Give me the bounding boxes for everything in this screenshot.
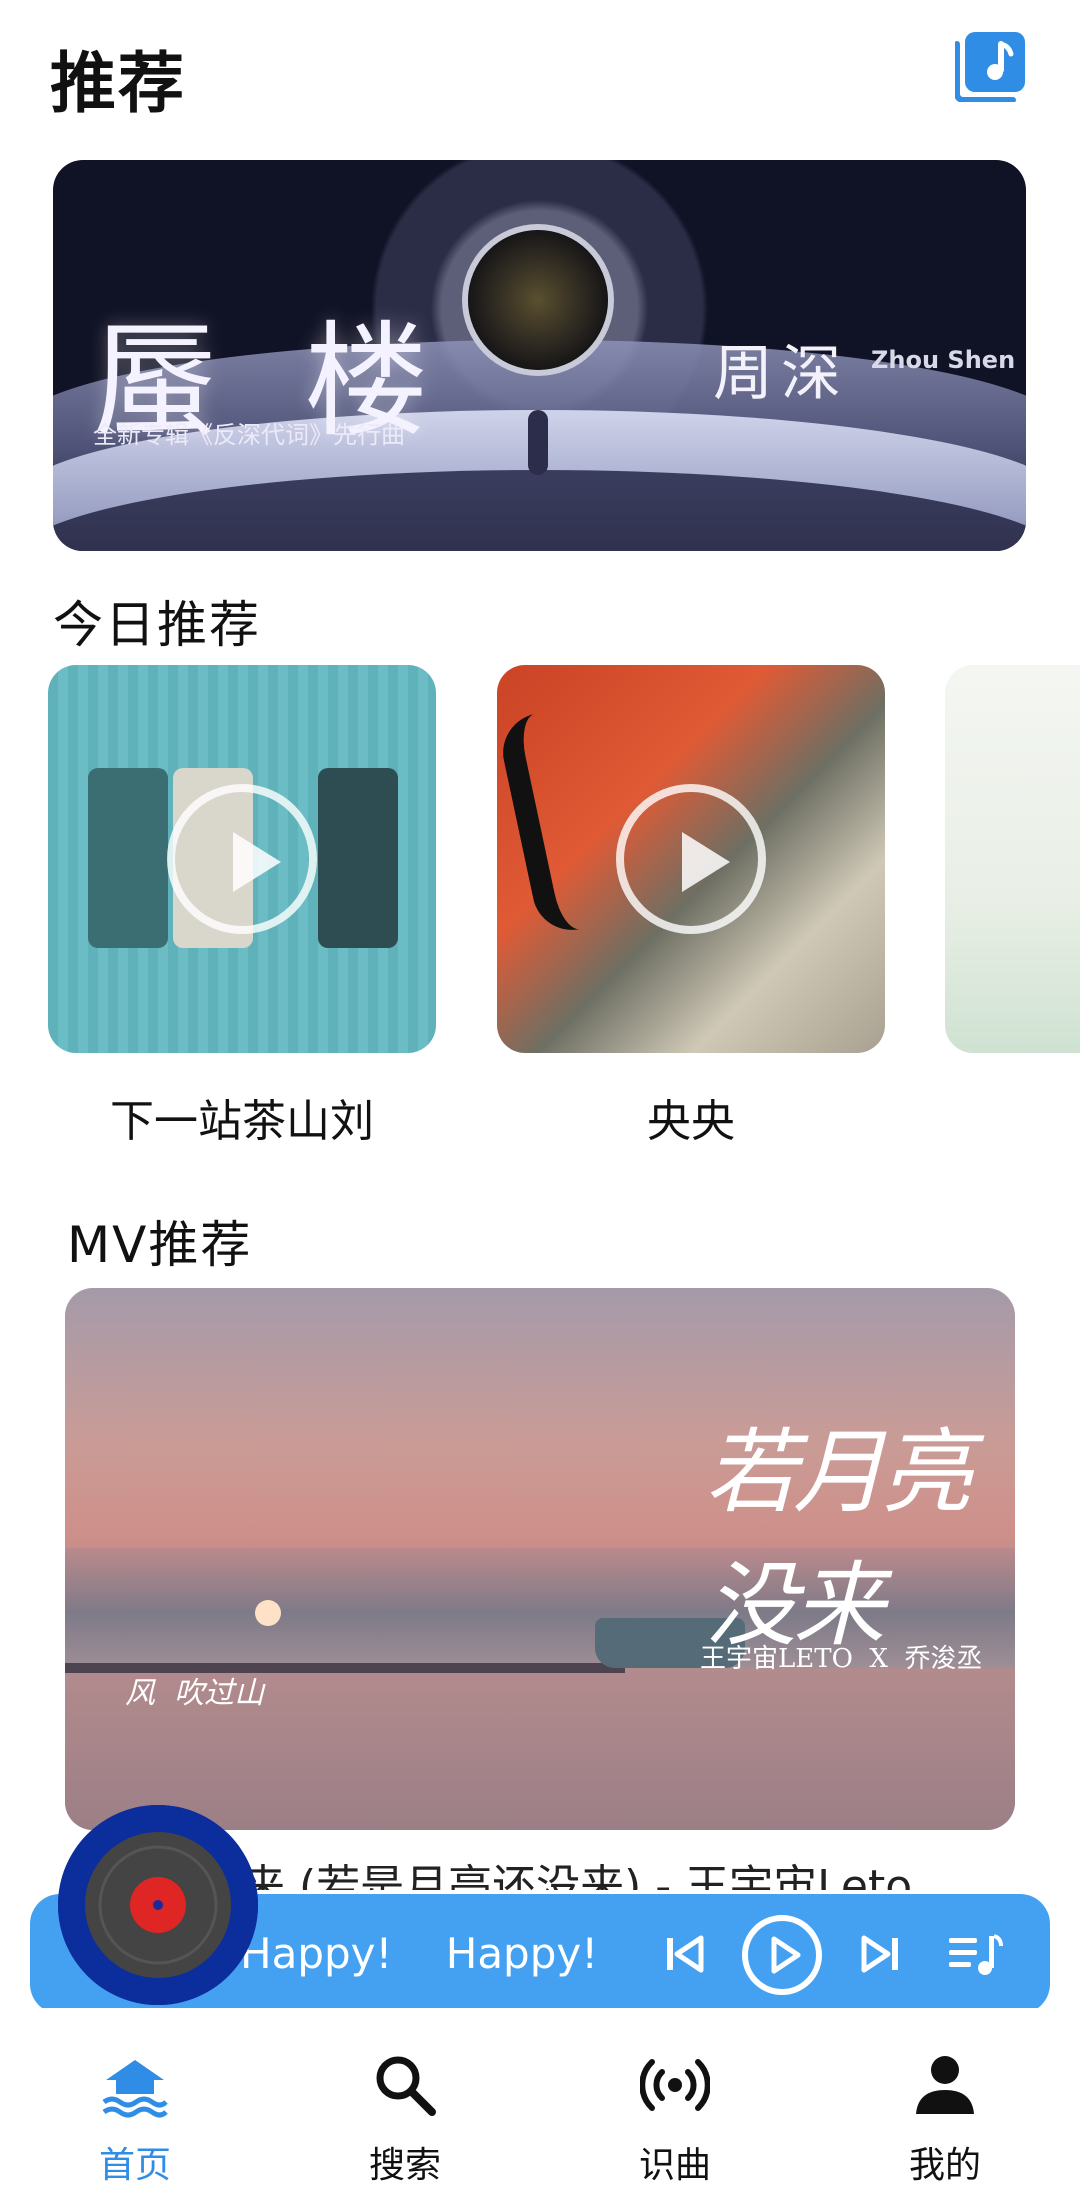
section-title-mv: MV推荐: [67, 1216, 253, 1274]
album-title[interactable]: 下一站茶山刘: [48, 1085, 436, 1149]
nav-label-home: 首页: [98, 2145, 171, 2186]
playlist-icon[interactable]: [945, 1924, 1005, 1984]
now-playing-title[interactable]: Happy! Happy!: [240, 1894, 640, 2014]
banner-subtitle: 全新专辑《反深代词》先行曲: [93, 421, 405, 449]
search-icon: [370, 2050, 440, 2120]
banner-artist: 周深: [713, 339, 849, 409]
nav-item-home[interactable]: 首页: [0, 2008, 270, 2204]
nav-label-profile: 我的: [908, 2145, 981, 2186]
figure-graphic: [528, 410, 548, 475]
mv-thumbnail[interactable]: 若月亮没来 王宇宙LETO X 乔浚丞 风 吹过山: [65, 1288, 1015, 1830]
section-title-today: 今日推荐: [53, 596, 261, 654]
broadcast-icon: [639, 2050, 711, 2120]
album-title[interactable]: 央央: [497, 1085, 885, 1149]
mv-overlay-title: 若月亮没来: [705, 1419, 973, 1659]
next-icon[interactable]: [850, 1924, 910, 1984]
nav-item-profile[interactable]: 我的: [810, 2008, 1080, 2204]
user-icon: [910, 2050, 980, 2120]
featured-banner[interactable]: 蜃 楼 周深 Zhou Shen 全新专辑《反深代词》先行曲: [53, 160, 1026, 551]
play-button[interactable]: [740, 1913, 824, 1997]
home-icon: [100, 2050, 170, 2120]
nav-label-recognize: 识曲: [638, 2145, 711, 2186]
previous-icon[interactable]: [655, 1924, 715, 1984]
page-title: 推荐: [50, 45, 186, 122]
album-card-3[interactable]: [945, 665, 1080, 1053]
album-photo: [88, 768, 168, 948]
disc-artwork[interactable]: [58, 1805, 258, 2005]
bottom-nav: 首页 搜索 识曲 我的: [0, 2008, 1080, 2204]
play-icon[interactable]: [616, 784, 766, 934]
mv-overlay-artists: 王宇宙LETO X 乔浚丞: [700, 1644, 983, 1674]
album-card-2[interactable]: [497, 665, 885, 1053]
mv-overlay-lyric: 风 吹过山: [125, 1676, 265, 1711]
album-card-1[interactable]: [48, 665, 436, 1053]
moon-graphic: [468, 230, 608, 370]
play-icon[interactable]: [167, 784, 317, 934]
banner-artist-en: Zhou Shen: [871, 346, 1016, 374]
nav-item-search[interactable]: 搜索: [270, 2008, 540, 2204]
nav-label-search: 搜索: [368, 2145, 441, 2186]
sun-graphic: [255, 1600, 281, 1626]
music-library-icon[interactable]: [954, 30, 1027, 103]
album-photo: [318, 768, 398, 948]
nav-item-recognize[interactable]: 识曲: [540, 2008, 810, 2204]
